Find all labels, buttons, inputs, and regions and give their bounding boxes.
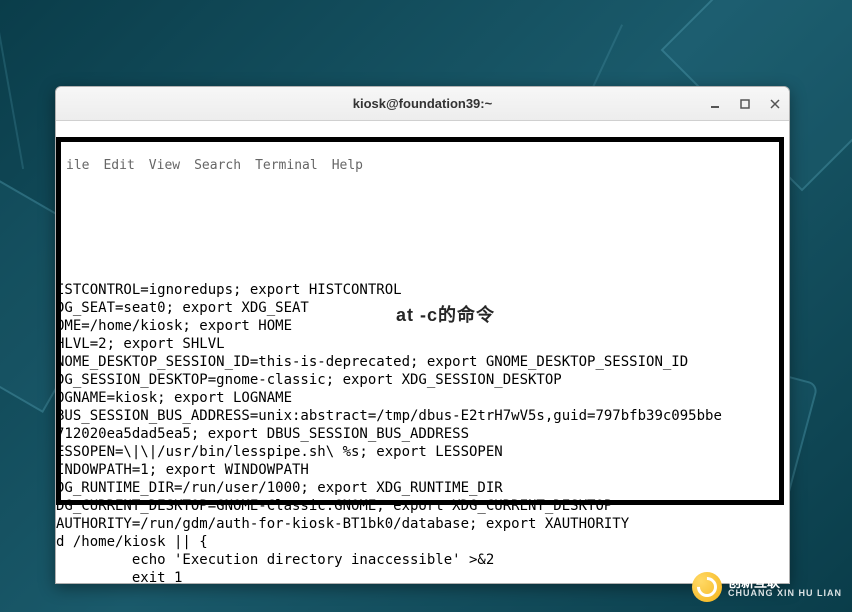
close-button[interactable] xyxy=(769,98,781,110)
terminal-line: NOME_DESKTOP_SESSION_ID=this-is-deprecat… xyxy=(56,354,688,370)
terminal-line: exit 1 xyxy=(56,570,182,583)
terminal-line: INDOWPATH=1; export WINDOWPATH xyxy=(56,462,309,478)
brand-logo: 创新互联 CHUANG XIN HU LIAN xyxy=(692,572,842,602)
menu-edit[interactable]: Edit xyxy=(103,157,134,173)
menu-terminal[interactable]: Terminal xyxy=(255,157,318,173)
terminal-line: DG_CURRENT_DESKTOP=GNOME-Classic:GNOME; … xyxy=(56,498,612,514)
menubar: ile Edit View Search Terminal Help xyxy=(56,157,789,173)
terminal-line: ISTCONTROL=ignoredups; export HISTCONTRO… xyxy=(56,282,402,298)
menu-file[interactable]: ile xyxy=(66,157,89,173)
menu-search[interactable]: Search xyxy=(194,157,241,173)
maximize-button[interactable] xyxy=(739,98,751,110)
menu-help[interactable]: Help xyxy=(332,157,363,173)
terminal-line: d /home/kiosk || { xyxy=(56,534,208,550)
titlebar[interactable]: kiosk@foundation39:~ xyxy=(56,87,789,121)
terminal-line: OGNAME=kiosk; export LOGNAME xyxy=(56,390,292,406)
terminal-line: DG_SESSION_DESKTOP=gnome-classic; export… xyxy=(56,372,562,388)
terminal-output: ISTCONTROL=ignoredups; export HISTCONTRO… xyxy=(56,281,789,583)
brand-logo-sub: CHUANG XIN HU LIAN xyxy=(728,589,842,598)
terminal-body[interactable]: ile Edit View Search Terminal Help at -c… xyxy=(56,121,789,583)
terminal-line: 712020ea5dad5ea5; export DBUS_SESSION_BU… xyxy=(56,426,469,442)
terminal-line: DG_SEAT=seat0; export XDG_SEAT xyxy=(56,300,309,316)
terminal-line: ESSOPEN=\|\|/usr/bin/lesspipe.sh\ %s; ex… xyxy=(56,444,503,460)
minimize-button[interactable] xyxy=(709,98,721,110)
terminal-line: BUS_SESSION_BUS_ADDRESS=unix:abstract=/t… xyxy=(56,408,722,424)
terminal-line: HLVL=2; export SHLVL xyxy=(56,336,225,352)
terminal-line: DG_RUNTIME_DIR=/run/user/1000; export XD… xyxy=(56,480,503,496)
terminal-line: OME=/home/kiosk; export HOME xyxy=(56,318,292,334)
terminal-line: AUTHORITY=/run/gdm/auth-for-kiosk-BT1bk0… xyxy=(56,516,629,532)
terminal-line: echo 'Execution directory inaccessible' … xyxy=(56,552,494,568)
window-controls xyxy=(709,98,781,110)
window-title: kiosk@foundation39:~ xyxy=(56,96,789,111)
terminal-window: kiosk@foundation39:~ ile Edit View Searc… xyxy=(55,86,790,584)
menu-view[interactable]: View xyxy=(149,157,180,173)
brand-logo-icon xyxy=(692,572,722,602)
